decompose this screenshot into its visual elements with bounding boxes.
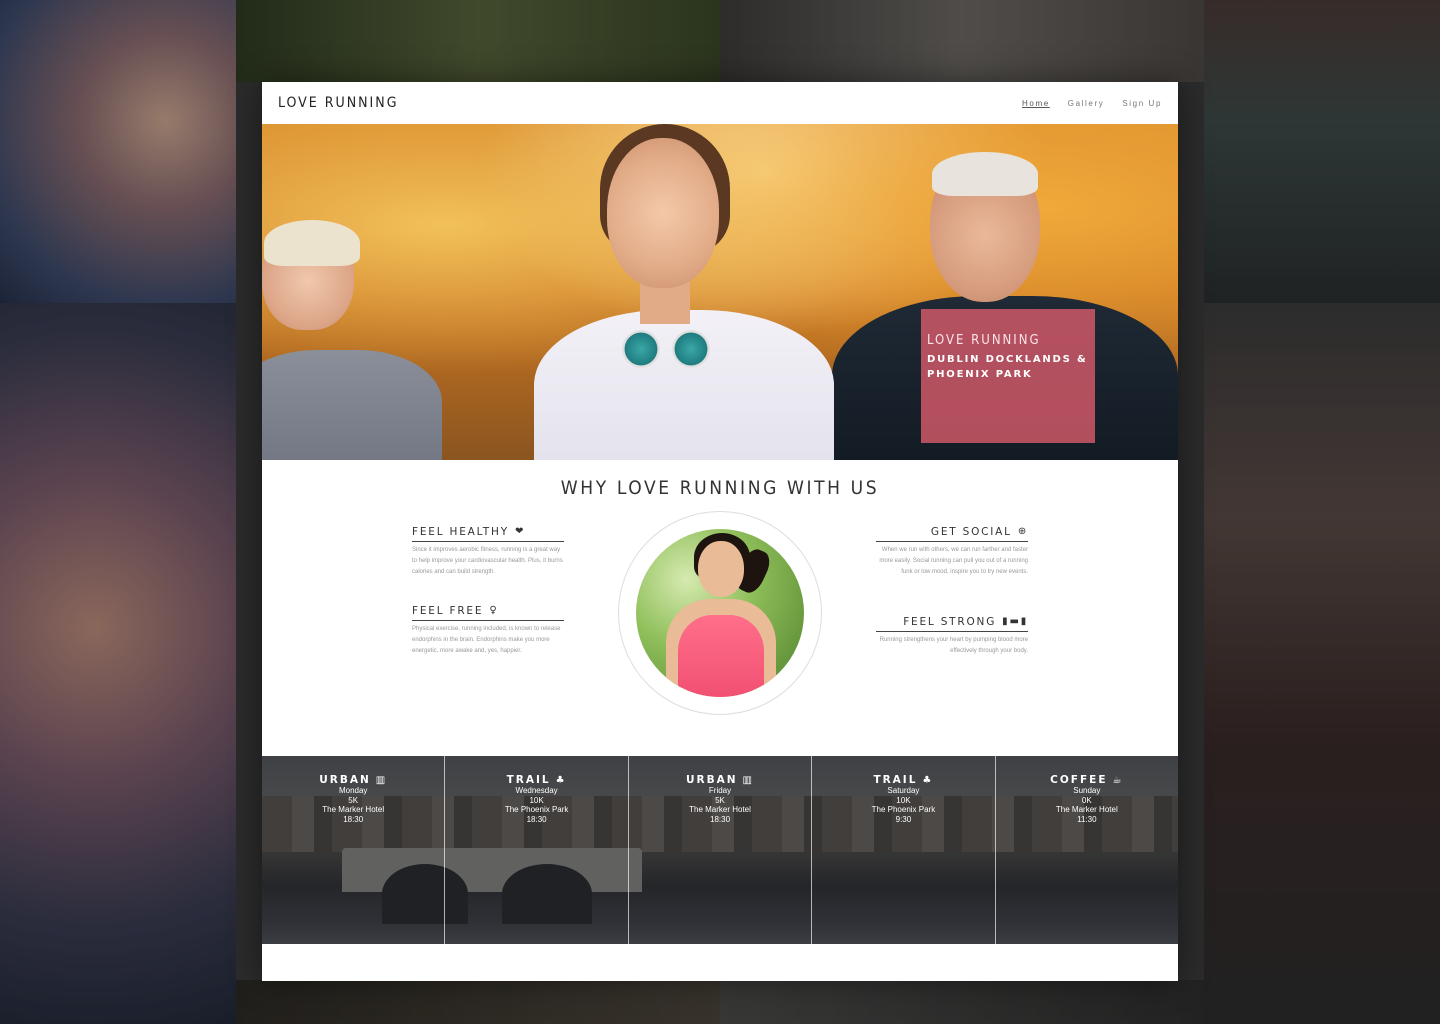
run-location: The Phoenix Park xyxy=(871,805,936,815)
footer xyxy=(262,944,1178,981)
hero-caption-box: LOVE RUNNING DUBLIN DOCKLANDS & PHOENIX … xyxy=(921,309,1095,443)
coffee-icon: ☕ xyxy=(1112,774,1124,786)
nav-link-gallery[interactable]: Gallery xyxy=(1068,99,1105,108)
run-time: 11:30 xyxy=(1077,814,1097,824)
run-location: The Marker Hotel xyxy=(1055,805,1118,815)
run-type: URBAN xyxy=(686,774,738,786)
nav-links: Home Gallery Sign Up xyxy=(1022,99,1162,108)
run-location: The Marker Hotel xyxy=(689,805,751,815)
run-type: URBAN xyxy=(319,774,371,786)
run-location: The Phoenix Park xyxy=(504,805,569,815)
run-time: 18:30 xyxy=(526,814,547,824)
schedule-slots: URBAN ▥ Monday 5K The Marker Hotel 18:30… xyxy=(262,756,1178,944)
run-day: Wednesday xyxy=(515,786,558,795)
feature-text: Physical exercise, running included, is … xyxy=(412,626,561,654)
run-day: Saturday xyxy=(887,786,920,795)
city-icon: ▥ xyxy=(742,774,754,786)
feature-feel-healthy: FEEL HEALTHY ❤ Since it improves aerobic… xyxy=(412,526,564,578)
schedule-slot-wednesday[interactable]: TRAIL ♣ Wednesday 10K The Phoenix Park 1… xyxy=(444,756,627,944)
tree-icon: ♣ xyxy=(555,774,567,786)
run-type: TRAIL xyxy=(873,774,918,786)
feature-text: Since it improves aerobic fitness, runni… xyxy=(412,547,563,575)
lightbulb-icon: ♀ xyxy=(489,605,499,616)
run-location: The Marker Hotel xyxy=(322,805,385,815)
feature-get-social: GET SOCIAL ⊕ When we run with others, we… xyxy=(876,526,1028,578)
feature-text: When we run with others, we can run fart… xyxy=(879,547,1028,575)
feature-heading: GET SOCIAL xyxy=(930,526,1012,538)
schedule-slot-friday[interactable]: URBAN ▥ Friday 5K The Marker Hotel 18:30 xyxy=(627,756,811,944)
run-day: Sunday xyxy=(1073,786,1101,795)
feature-feel-free: FEEL FREE ♀ Physical exercise, running i… xyxy=(412,605,564,657)
section-title: WHY LOVE RUNNING WITH US xyxy=(560,477,880,499)
city-icon: ▥ xyxy=(375,774,388,786)
schedule-slot-sunday[interactable]: COFFEE ☕ Sunday 0K The Marker Hotel 11:3… xyxy=(994,756,1178,944)
run-time: 9:30 xyxy=(895,814,912,824)
run-distance: 5K xyxy=(348,795,359,805)
site-logo[interactable]: LOVE RUNNING xyxy=(278,95,398,111)
dumbbell-icon: ▮▬▮ xyxy=(1002,616,1028,627)
heartbeat-icon: ❤ xyxy=(514,526,526,537)
feature-heading: FEEL STRONG xyxy=(903,616,997,628)
feature-photo-runner xyxy=(636,529,804,697)
background-photo-sprinter xyxy=(1204,303,1440,1024)
background-photo-marathon-street xyxy=(1204,0,1440,303)
feature-text: Running strengthens your heart by pumpin… xyxy=(879,637,1028,654)
run-time: 18:30 xyxy=(710,814,731,824)
run-day: Friday xyxy=(708,786,732,795)
run-time: 18:30 xyxy=(343,814,364,824)
run-day: Monday xyxy=(338,786,368,795)
globe-icon: ⊕ xyxy=(1017,526,1028,537)
feature-feel-strong: FEEL STRONG ▮▬▮ Running strengthens your… xyxy=(876,616,1028,657)
run-distance: 10K xyxy=(896,795,911,805)
feature-heading: FEEL HEALTHY xyxy=(412,526,509,538)
run-type: TRAIL xyxy=(506,774,551,786)
run-distance: 5K xyxy=(715,795,725,805)
hero-image: LOVE RUNNING DUBLIN DOCKLANDS & PHOENIX … xyxy=(262,124,1178,460)
run-distance: 10K xyxy=(529,795,544,805)
schedule-strip: URBAN ▥ Monday 5K The Marker Hotel 18:30… xyxy=(262,756,1178,944)
top-navigation: LOVE RUNNING Home Gallery Sign Up xyxy=(262,82,1178,124)
hero-subtitle-line1: DUBLIN DOCKLANDS & xyxy=(927,354,1088,365)
schedule-slot-monday[interactable]: URBAN ▥ Monday 5K The Marker Hotel 18:30 xyxy=(262,756,444,944)
run-distance: 0K xyxy=(1081,795,1092,805)
run-type: COFFEE xyxy=(1050,774,1108,786)
hero-title: LOVE RUNNING xyxy=(927,333,1041,348)
background-photo-runner-park xyxy=(236,0,720,82)
hero-subtitle-line2: PHOENIX PARK xyxy=(927,369,1033,380)
background-photo-runners-colour-powder xyxy=(0,0,236,303)
feature-heading: FEEL FREE xyxy=(412,605,484,617)
page-card: LOVE RUNNING Home Gallery Sign Up LOVE R… xyxy=(262,82,1178,981)
background-photo-runner-glasses xyxy=(0,303,236,1024)
schedule-slot-saturday[interactable]: TRAIL ♣ Saturday 10K The Phoenix Park 9:… xyxy=(811,756,994,944)
background-photo-trail-feet xyxy=(236,980,720,1024)
nav-link-sign-up[interactable]: Sign Up xyxy=(1122,99,1162,108)
tree-icon: ♣ xyxy=(922,774,934,786)
background-photo-runners-group xyxy=(720,0,1204,82)
background-photo-beach-feet xyxy=(720,980,1204,1024)
nav-link-home[interactable]: Home xyxy=(1022,99,1050,108)
